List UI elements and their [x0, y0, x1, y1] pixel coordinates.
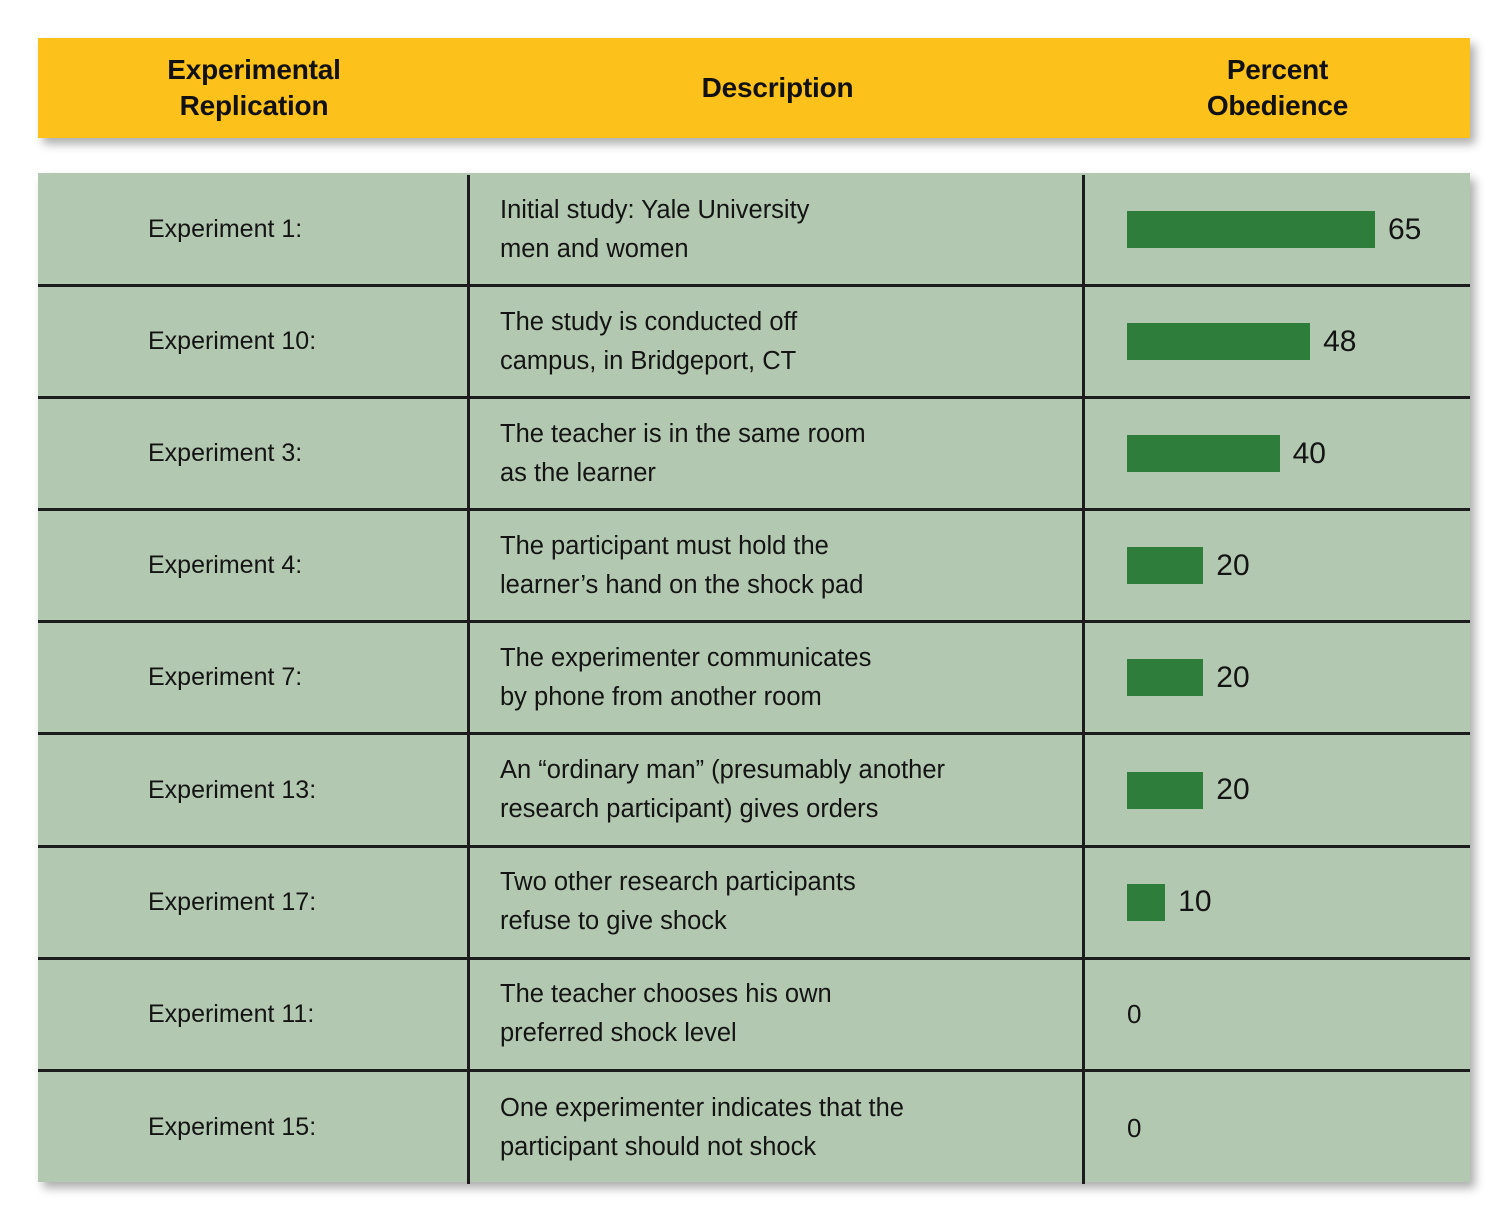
table-row: Experiment 17: Two other research partici… — [38, 847, 1470, 960]
bar-value-label: 10 — [1178, 885, 1212, 919]
column-header-experimental-replication: Experimental Replication — [167, 54, 341, 121]
bar-group: 0 — [1127, 1001, 1141, 1027]
table-row: Experiment 11: The teacher chooses his ow… — [38, 959, 1470, 1072]
experiment-description-cell: The experimenter communicates by phone f… — [470, 623, 1085, 733]
bar-group: 65 — [1127, 211, 1422, 249]
obedience-bar — [1127, 323, 1311, 361]
bar-value-label: 0 — [1127, 1112, 1142, 1143]
experiment-description-cell: The study is conducted off campus, in Br… — [470, 287, 1085, 397]
percent-obedience-cell: 0 — [1085, 960, 1470, 1069]
bar-value-label: 20 — [1216, 548, 1250, 582]
bar-value-label: 0 — [1127, 999, 1142, 1030]
obedience-bar — [1127, 659, 1204, 697]
bar-group: 20 — [1127, 659, 1250, 697]
percent-obedience-cell: 10 — [1085, 848, 1470, 957]
experiment-label-cell: Experiment 10: — [38, 287, 470, 397]
bar-group: 20 — [1127, 771, 1250, 809]
table-body: Experiment 1: Initial study: Yale Univers… — [38, 173, 1470, 1184]
experiment-label-cell: Experiment 1: — [38, 175, 470, 285]
experiment-label-cell: Experiment 13: — [38, 735, 470, 845]
bar-group: 40 — [1127, 435, 1326, 473]
table-row: Experiment 3: The teacher is in the same … — [38, 399, 1470, 512]
bar-group: 10 — [1127, 883, 1212, 921]
column-header-percent-obedience: Percent Obedience — [1206, 54, 1349, 121]
experiment-label-cell: Experiment 3: — [38, 399, 470, 509]
experiment-label-cell: Experiment 4: — [38, 511, 470, 621]
obedience-bar — [1127, 771, 1204, 809]
experiment-description-cell: An “ordinary man” (presumably another re… — [470, 735, 1085, 845]
table-row: Experiment 4: The participant must hold t… — [38, 511, 1470, 624]
percent-obedience-cell: 20 — [1085, 511, 1470, 620]
obedience-bar — [1127, 211, 1375, 249]
obedience-bar — [1127, 435, 1280, 473]
experiment-label-cell: Experiment 11: — [38, 959, 470, 1069]
table-row: Experiment 7: The experimenter communicat… — [38, 623, 1470, 736]
table-row: Experiment 15: One experimenter indicates… — [38, 1071, 1470, 1184]
table-row: Experiment 1: Initial study: Yale Univers… — [38, 175, 1470, 288]
experiment-description-cell: The teacher chooses his own preferred sh… — [470, 959, 1085, 1069]
bar-value-label: 40 — [1292, 436, 1326, 470]
obedience-bar — [1127, 547, 1204, 585]
obedience-table-figure: Experimental Replication Description Per… — [0, 0, 1508, 1221]
percent-obedience-cell: 20 — [1085, 735, 1470, 844]
bar-group: 20 — [1127, 547, 1250, 585]
table-header-band: Experimental Replication Description Per… — [38, 38, 1470, 138]
experiment-description-cell: The teacher is in the same room as the l… — [470, 399, 1085, 509]
obedience-bar — [1127, 883, 1166, 921]
percent-obedience-cell: 65 — [1085, 175, 1470, 284]
experiment-description-cell: Initial study: Yale University men and w… — [470, 175, 1085, 285]
bar-value-label: 20 — [1216, 660, 1250, 694]
experiment-label-cell: Experiment 17: — [38, 847, 470, 957]
experiment-description-cell: One experimenter indicates that the part… — [470, 1071, 1085, 1184]
percent-obedience-cell: 48 — [1085, 287, 1470, 396]
column-header-description: Description — [701, 72, 854, 104]
bar-value-label: 65 — [1388, 212, 1422, 246]
percent-obedience-cell: 0 — [1085, 1072, 1470, 1184]
bar-value-label: 48 — [1323, 324, 1357, 358]
percent-obedience-cell: 20 — [1085, 623, 1470, 732]
experiment-label-cell: Experiment 7: — [38, 623, 470, 733]
bar-group: 0 — [1127, 1115, 1141, 1141]
table-row: Experiment 10: The study is conducted off… — [38, 287, 1470, 400]
percent-obedience-cell: 40 — [1085, 399, 1470, 508]
experiment-label-cell: Experiment 15: — [38, 1071, 470, 1184]
experiment-description-cell: Two other research participants refuse t… — [470, 847, 1085, 957]
table-row: Experiment 13: An “ordinary man” (presuma… — [38, 735, 1470, 848]
bar-value-label: 20 — [1216, 773, 1250, 807]
experiment-description-cell: The participant must hold the learner’s … — [470, 511, 1085, 621]
bar-group: 48 — [1127, 323, 1357, 361]
